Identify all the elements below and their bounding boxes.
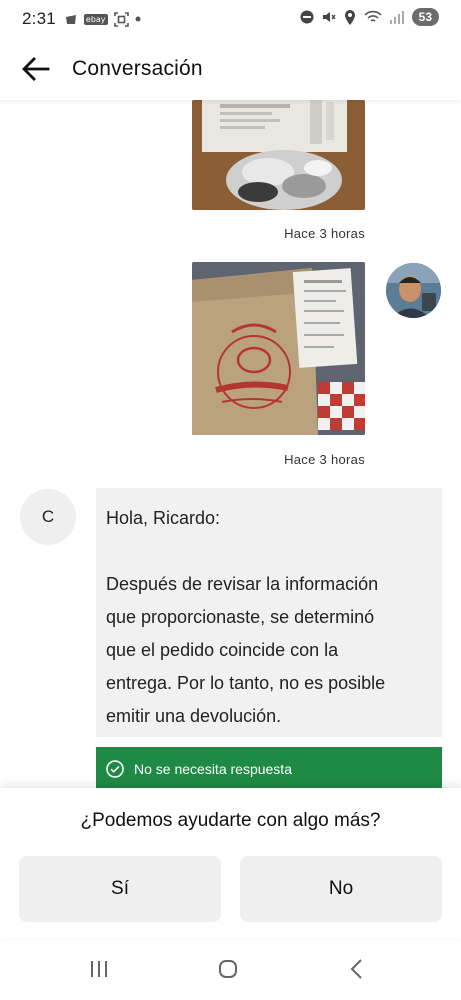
avatar[interactable]	[386, 263, 441, 318]
system-nav-bar	[0, 938, 461, 1000]
signal-icon	[389, 10, 404, 24]
app-header: Conversación	[0, 38, 461, 100]
check-circle-icon	[106, 760, 124, 778]
message-line: que el pedido coincide con la	[106, 640, 339, 660]
message-image-receipt[interactable]	[192, 100, 365, 210]
status-left-icons: ebay	[64, 11, 141, 27]
arrow-left-icon	[22, 57, 50, 81]
back-icon[interactable]	[342, 956, 372, 982]
wifi-icon	[364, 10, 382, 24]
page-title: Conversación	[72, 57, 203, 80]
no-reply-needed-banner: No se necesita respuesta	[96, 747, 442, 788]
message-timestamp: Hace 3 horas	[284, 226, 365, 241]
battery-indicator: 53	[411, 8, 439, 26]
yes-button[interactable]: Sí	[19, 856, 221, 922]
message-timestamp: Hace 3 horas	[284, 452, 365, 467]
screenshot-icon	[113, 11, 129, 27]
no-button[interactable]: No	[240, 856, 442, 922]
status-time: 2:31	[22, 9, 56, 28]
home-icon[interactable]	[213, 956, 243, 982]
message-line: emitir una devolución.	[106, 706, 282, 726]
ebay-icon: ebay	[83, 13, 108, 25]
support-message-bubble: Hola, Ricardo: Después de revisar la inf…	[96, 488, 442, 737]
bag-icon	[64, 12, 78, 26]
no-reply-text: No se necesita respuesta	[134, 761, 292, 777]
status-bar: 2:31 ebay 53	[0, 0, 461, 38]
back-button[interactable]	[16, 49, 56, 89]
location-icon	[344, 9, 356, 25]
message-line: que proporcionaste, se determinó	[106, 607, 375, 627]
message-greeting: Hola, Ricardo:	[106, 508, 221, 528]
dot-icon	[135, 16, 141, 22]
status-right-icons: 53	[300, 8, 439, 26]
mute-icon	[322, 10, 336, 24]
message-line: Después de revisar la información	[106, 574, 379, 594]
conversation-thread[interactable]: Hace 3 horas Hace 3 horas C Hola, Ricard…	[0, 100, 461, 788]
recents-icon[interactable]	[84, 956, 114, 982]
support-avatar: C	[20, 489, 76, 545]
help-question: ¿Podemos ayudarte con algo más?	[80, 810, 381, 831]
dnd-icon	[300, 10, 314, 24]
message-line: entrega. Por lo tanto, no es posible	[106, 673, 386, 693]
message-image-bag[interactable]	[192, 262, 365, 435]
help-prompt-sheet: ¿Podemos ayudarte con algo más? Sí No	[0, 788, 461, 938]
